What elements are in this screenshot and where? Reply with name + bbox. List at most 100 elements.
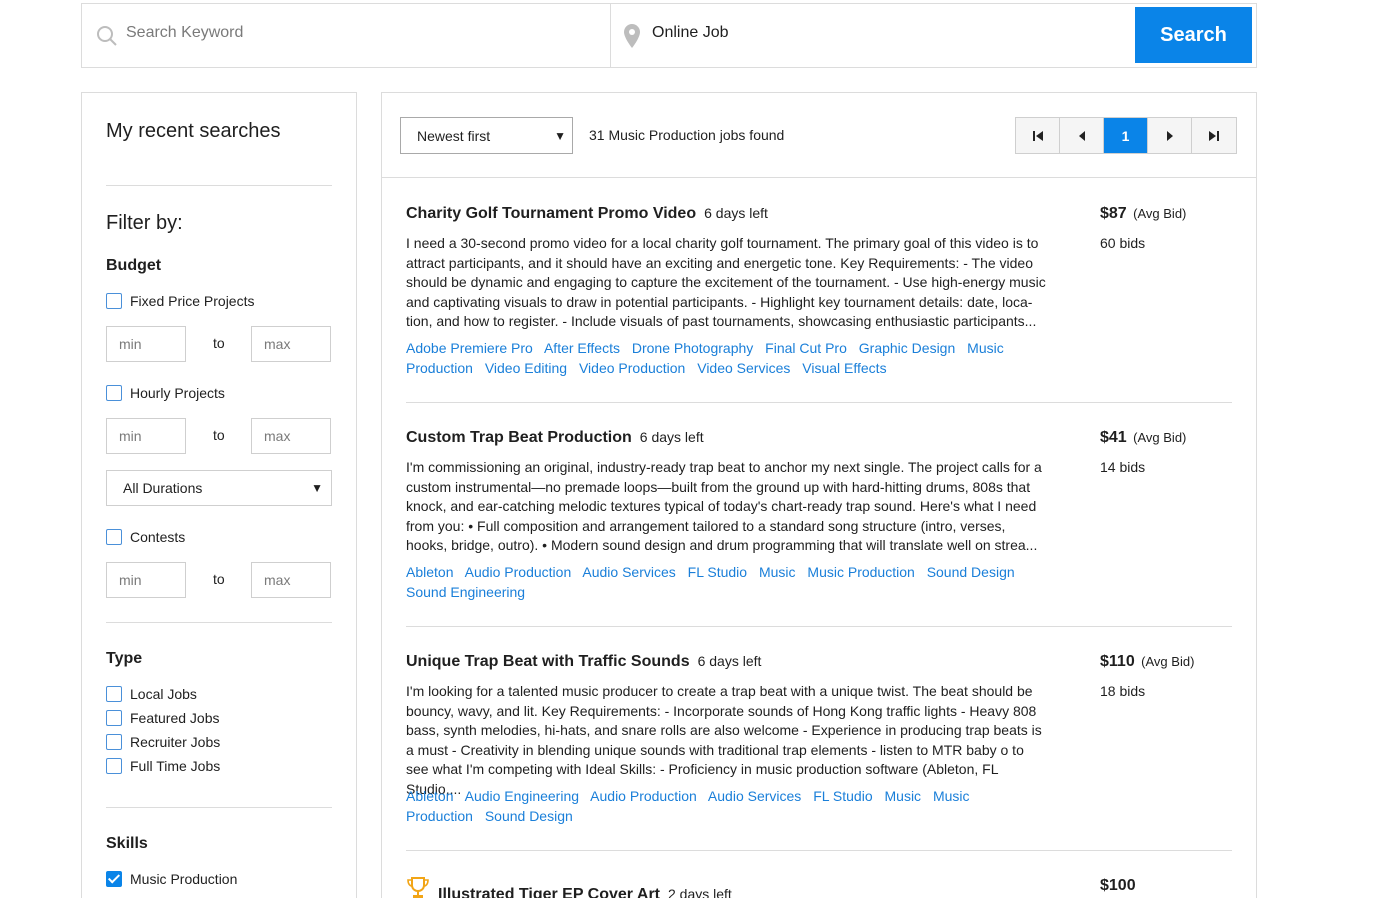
first-page-button[interactable] [1016,118,1060,153]
location-input[interactable]: Online Job [612,4,1132,67]
job-card[interactable]: Illustrated Tiger EP Cover Art 2 days le… [406,877,1232,898]
skill-tag-link[interactable]: Ableton [406,788,453,804]
skill-tag-link[interactable]: Video Production [579,360,685,376]
price-note: (Avg Bid) [1133,206,1187,221]
price-value: $110 [1100,653,1135,670]
price-note: (Avg Bid) [1133,430,1187,445]
next-page-button[interactable] [1148,118,1192,153]
skill-tag-link[interactable]: Sound Design [927,564,1015,580]
hourly-checkbox[interactable] [106,385,122,401]
job-title[interactable]: Charity Golf Tournament Promo Video [406,205,696,223]
bid-count: 14 bids [1100,459,1146,475]
chevron-down-icon: ▼ [311,481,323,495]
job-time-left: 6 days left [704,205,768,221]
skill-tag-link[interactable]: Music [759,564,796,580]
job-title[interactable]: Unique Trap Beat with Traffic Sounds [406,653,690,671]
job-time-left: 2 days left [668,886,732,898]
skill-tag-link[interactable]: Ableton [406,564,453,580]
local-jobs-checkbox[interactable] [106,686,122,702]
type-option-label: Full Time Jobs [130,758,221,774]
fixed-price-range: min to max [106,326,332,362]
last-page-icon [1209,130,1219,141]
recruiter-jobs-checkbox[interactable] [106,734,122,750]
hourly-max-input[interactable]: max [251,418,331,454]
price-value: $87 [1100,205,1127,222]
pagination: 1 [1015,117,1237,154]
skill-tag-link[interactable]: Music [885,788,922,804]
filter-sidebar: My recent searches Filter by: Budget Fix… [81,92,357,898]
fixed-price-checkbox[interactable] [106,293,122,309]
search-button[interactable]: Search [1135,7,1252,63]
duration-select[interactable]: All Durations ▼ [106,470,332,506]
type-option-local[interactable]: Local Jobs [106,686,197,702]
chevron-down-icon: ▼ [554,129,566,143]
skill-tag-link[interactable]: Graphic Design [859,340,956,356]
bid-count: 18 bids [1100,683,1146,699]
search-icon [97,26,117,46]
job-time-left: 6 days left [639,429,704,445]
job-title[interactable]: Illustrated Tiger EP Cover Art [438,886,660,898]
contests-max-input[interactable]: max [251,562,331,598]
contests-min-input[interactable]: min [106,562,186,598]
hourly-checkbox-row[interactable]: Hourly Projects [106,385,225,401]
hourly-min-input[interactable]: min [106,418,186,454]
job-tags: Adobe Premiere Pro After Effects Drone P… [406,338,1026,378]
job-time-left: 6 days left [697,653,762,669]
skill-tag-link[interactable]: Audio Production [590,788,697,804]
job-card[interactable]: Charity Golf Tournament Promo Video 6 da… [406,205,1232,385]
fixed-min-input[interactable]: min [106,326,186,362]
keyword-search-input[interactable]: Search Keyword [82,4,611,67]
type-option-label: Recruiter Jobs [130,734,221,750]
job-card[interactable]: Unique Trap Beat with Traffic Sounds 6 d… [406,653,1232,833]
skill-tag-link[interactable]: After Effects [544,340,620,356]
type-option-full-time[interactable]: Full Time Jobs [106,758,220,774]
full-time-jobs-checkbox[interactable] [106,758,122,774]
job-tags: Ableton Audio Engineering Audio Producti… [406,786,1026,826]
type-option-featured[interactable]: Featured Jobs [106,710,220,726]
price-note: (Avg Bid) [1141,654,1195,669]
contests-range: min to max [106,562,332,598]
skill-tag-link[interactable]: Visual Effects [802,360,886,376]
skill-tag-link[interactable]: Video Editing [485,360,567,376]
skill-tag-link[interactable]: Video Services [697,360,790,376]
skill-tag-link[interactable]: Adobe Premiere Pro [406,340,533,356]
next-page-icon [1166,130,1173,141]
skill-tag-link[interactable]: Audio Services [582,564,675,580]
job-card[interactable]: Custom Trap Beat Production 6 days left … [406,429,1232,609]
skill-tag-link[interactable]: FL Studio [688,564,747,580]
fixed-price-checkbox-row[interactable]: Fixed Price Projects [106,293,254,309]
skill-tag-link[interactable]: Drone Photography [632,340,753,356]
contests-checkbox-row[interactable]: Contests [106,529,185,545]
price-value: $100 [1100,877,1136,894]
last-page-button[interactable] [1192,118,1236,153]
job-price: $110 (Avg Bid) [1100,653,1194,671]
trophy-icon [407,877,429,898]
featured-jobs-checkbox[interactable] [106,710,122,726]
results-toolbar: Newest first ▼ 31 Music Production jobs … [382,93,1256,178]
job-title[interactable]: Custom Trap Beat Production [406,429,632,447]
sort-select[interactable]: Newest first ▼ [400,117,573,154]
skill-tag-link[interactable]: Sound Design [485,808,573,824]
prev-page-button[interactable] [1060,118,1104,153]
skill-tag-link[interactable]: Audio Engineering [465,788,579,804]
skill-option-music-production[interactable]: Music Production [106,871,237,887]
range-to-label: to [213,571,225,587]
job-description: I'm commissioning an original, industry-… [406,459,1042,554]
skill-tag-link[interactable]: Music Production [807,564,914,580]
duration-value: All Durations [123,480,203,496]
page-number-button[interactable]: 1 [1104,118,1148,153]
fixed-max-input[interactable]: max [251,326,331,362]
music-production-checkbox[interactable] [106,871,122,887]
skill-tag-link[interactable]: Final Cut Pro [765,340,847,356]
type-option-recruiter[interactable]: Recruiter Jobs [106,734,220,750]
skill-tag-link[interactable]: Audio Services [708,788,801,804]
job-title-row: Custom Trap Beat Production 6 days left [406,429,704,447]
skill-tag-link[interactable]: Audio Production [465,564,572,580]
skill-tag-link[interactable]: FL Studio [813,788,872,804]
job-title-row: Illustrated Tiger EP Cover Art 2 days le… [406,877,732,898]
skill-tag-link[interactable]: Sound Engineering [406,584,525,600]
type-heading: Type [106,650,143,667]
results-count: 31 Music Production jobs found [589,127,785,143]
contests-checkbox[interactable] [106,529,122,545]
prev-page-icon [1078,130,1085,141]
